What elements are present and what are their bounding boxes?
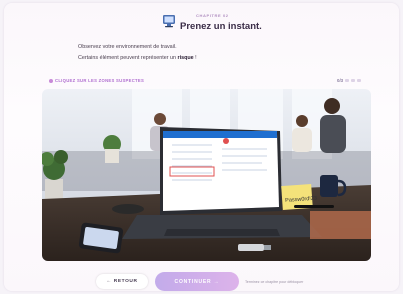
monitor-icon <box>163 15 175 28</box>
pen-icon <box>294 205 334 208</box>
usb-key-icon <box>238 244 271 251</box>
back-button[interactable]: ← RETOUR <box>96 274 148 289</box>
chapter-label: CHAPITRE 02 <box>196 13 229 18</box>
progress-pip <box>357 79 362 82</box>
office-scene: Passw0rd!23 <box>42 89 371 261</box>
page-title: Prenez un instant. <box>180 21 262 32</box>
unlock-note: Terminez ce chapitre pour débloquer <box>245 280 304 284</box>
continue-button[interactable]: CONTINUER → <box>155 272 239 291</box>
target-icon <box>49 78 53 83</box>
progress-pip <box>351 79 356 82</box>
cable-coil <box>112 204 144 214</box>
progress-pip <box>345 79 350 82</box>
intro-line-2: Certains élément peuvent représenter un … <box>78 55 197 61</box>
hint-label: CLIQUEZ SUR LES ZONES SUSPECTES <box>49 78 144 83</box>
office-illustration: Passw0rd!23 <box>42 89 371 261</box>
progress-count: 0/3 <box>337 78 344 83</box>
progress-indicator: 0/3 <box>337 78 362 83</box>
intro-line-1: Observez votre environnement de travail. <box>78 44 177 50</box>
risk-word: risque <box>177 55 194 61</box>
